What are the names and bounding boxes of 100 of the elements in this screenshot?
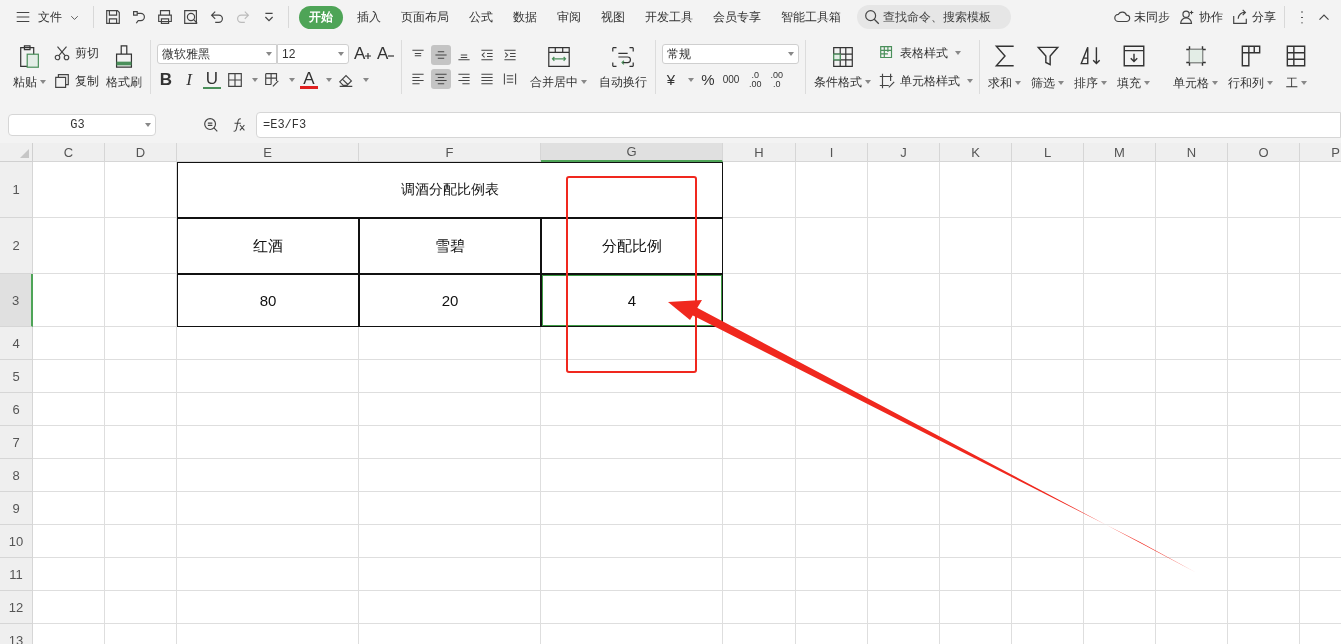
ribbon-button[interactable]: 填充 — [1115, 40, 1152, 94]
table-title-cell: 调酒分配比例表 — [177, 162, 723, 218]
caret-icon — [326, 78, 332, 82]
decrease-font-button[interactable]: A — [377, 44, 395, 64]
row-header[interactable]: 12 — [0, 591, 33, 624]
merge-center-button[interactable]: 合并居中 — [528, 41, 589, 93]
cut-button[interactable]: 剪切 — [53, 44, 99, 62]
row-header[interactable]: 4 — [0, 327, 33, 360]
table-header-cell: 雪碧 — [359, 218, 541, 274]
file-menu[interactable]: 文件 — [10, 6, 85, 28]
cell-style-icon[interactable] — [263, 71, 281, 89]
underline-button[interactable]: U — [203, 71, 221, 89]
ribbon-button[interactable]: 排序 — [1072, 40, 1109, 94]
increase-decimal-button[interactable]: .0 .00 — [749, 71, 762, 89]
row-header[interactable]: 8 — [0, 459, 33, 492]
copy-button[interactable]: 复制 — [53, 72, 99, 90]
decrease-decimal-button[interactable]: .00 .0 — [770, 71, 784, 89]
ribbon-button[interactable]: 工 — [1281, 40, 1311, 94]
column-header[interactable]: K — [940, 143, 1012, 162]
column-header[interactable]: M — [1084, 143, 1156, 162]
caret-icon — [289, 78, 295, 82]
print-icon[interactable] — [156, 8, 174, 26]
ribbon-tab[interactable]: 插入 — [351, 5, 387, 29]
bold-button[interactable]: B — [157, 70, 175, 90]
ribbon-tab[interactable]: 开发工具 — [639, 5, 699, 29]
row-header[interactable]: 2 — [0, 218, 33, 274]
table-cell: 80 — [177, 274, 359, 327]
caret-icon — [581, 80, 587, 84]
format-painter-button[interactable]: 格式刷 — [104, 41, 144, 93]
ribbon-tab[interactable]: 公式 — [463, 5, 499, 29]
row-header[interactable]: 6 — [0, 393, 33, 426]
font-color-button[interactable]: A — [300, 71, 318, 89]
row-header[interactable]: 11 — [0, 558, 33, 591]
currency-button[interactable]: ¥ — [662, 70, 680, 90]
ribbon-button[interactable]: 筛选 — [1029, 40, 1066, 94]
column-header[interactable]: I — [796, 143, 868, 162]
ribbon-button[interactable]: 求和 — [986, 40, 1023, 94]
ribbon-tab[interactable]: 视图 — [595, 5, 631, 29]
font-name-field[interactable]: 微软雅黑 — [157, 44, 277, 64]
copy-icon — [53, 72, 71, 90]
column-header[interactable]: E — [177, 143, 359, 162]
share-icon — [1231, 8, 1249, 26]
increase-font-button[interactable]: A — [354, 44, 372, 64]
row-header[interactable]: 7 — [0, 426, 33, 459]
ribbon-tab[interactable]: 审阅 — [551, 5, 587, 29]
column-header[interactable]: D — [105, 143, 177, 162]
undo-icon[interactable] — [208, 8, 226, 26]
table-style-button[interactable]: 表格样式 — [878, 44, 973, 62]
ribbon-button[interactable]: 单元格 — [1171, 40, 1220, 94]
save-icon[interactable] — [104, 8, 122, 26]
row-header[interactable]: 10 — [0, 525, 33, 558]
column-header[interactable]: P — [1300, 143, 1341, 162]
caret-icon — [1058, 81, 1064, 85]
conditional-format-button[interactable]: 条件格式 — [812, 41, 873, 93]
zoom-icon[interactable] — [202, 115, 220, 134]
export-icon[interactable] — [130, 8, 148, 26]
ribbon-tab[interactable]: 智能工具箱 — [775, 5, 847, 29]
paste-button[interactable]: 粘贴 — [11, 41, 48, 93]
column-header[interactable]: J — [868, 143, 940, 162]
align-middle-icon[interactable] — [431, 45, 451, 65]
column-header[interactable]: N — [1156, 143, 1228, 162]
name-box[interactable]: G3 — [8, 113, 156, 136]
row-header[interactable]: 1 — [0, 162, 33, 218]
caret-icon — [145, 122, 151, 127]
toolbar-button[interactable]: 协作 — [1178, 8, 1223, 26]
column-header[interactable]: L — [1012, 143, 1084, 162]
number-format-field[interactable]: 常规 — [662, 44, 799, 64]
row-header[interactable]: 3 — [0, 274, 33, 327]
ribbon-tab[interactable]: 会员专享 — [707, 5, 767, 29]
caret-icon — [865, 80, 871, 84]
font-size-field[interactable]: 12 — [277, 44, 349, 64]
align-center-icon[interactable] — [431, 69, 451, 89]
print-preview-icon[interactable] — [182, 8, 200, 26]
ribbon-tab[interactable]: 页面布局 — [395, 5, 455, 29]
search-field[interactable]: 查找命令、搜索模板 — [857, 5, 1011, 29]
toolbar-button[interactable]: 未同步 — [1113, 8, 1170, 26]
toolbar-button[interactable]: 分享 — [1231, 8, 1276, 26]
thousands-separator-button[interactable]: 000 — [722, 73, 740, 87]
caret-icon — [1267, 81, 1273, 85]
wrap-text-button[interactable]: 自动换行 — [597, 41, 649, 93]
plus-icon — [365, 53, 372, 59]
row-header[interactable]: 9 — [0, 492, 33, 525]
ribbon-button[interactable]: 行和列 — [1226, 40, 1275, 94]
caret-icon — [1212, 81, 1218, 85]
column-header[interactable]: O — [1228, 143, 1300, 162]
row-header[interactable]: 13 — [0, 624, 33, 644]
row-header[interactable]: 5 — [0, 360, 33, 393]
column-header[interactable]: G — [541, 143, 723, 162]
column-header[interactable]: C — [33, 143, 105, 162]
percent-button[interactable]: % — [699, 70, 717, 90]
italic-button[interactable]: I — [180, 70, 198, 90]
ribbon-tab[interactable]: 数据 — [507, 5, 543, 29]
cell-style-button[interactable]: 单元格样式 — [878, 72, 973, 90]
column-header[interactable]: F — [359, 143, 541, 162]
caret-icon — [1015, 81, 1021, 85]
borders-icon[interactable] — [226, 71, 244, 89]
column-header[interactable]: H — [723, 143, 796, 162]
caret-icon — [955, 51, 961, 55]
table-cell: 4 — [541, 274, 723, 327]
formula-field[interactable]: =E3/F3 — [256, 111, 1341, 138]
